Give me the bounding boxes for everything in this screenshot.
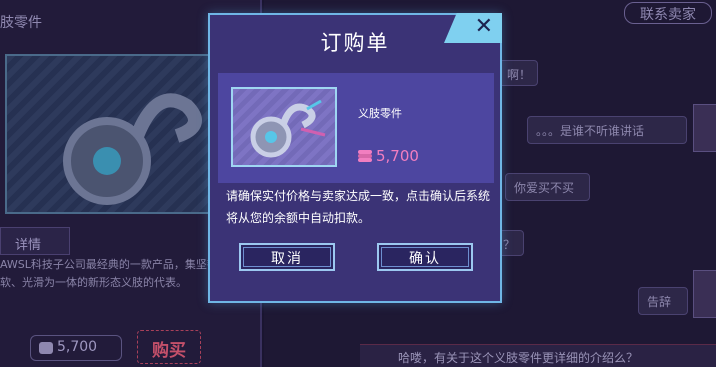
- item-title: 肢零件: [0, 15, 42, 31]
- prosthetic-part-illustration: [63, 93, 202, 205]
- order-item-price: 5,700: [358, 147, 419, 165]
- tab-details[interactable]: 详情: [0, 227, 70, 255]
- order-item-card: 义肢零件 5,700: [218, 73, 494, 183]
- item-description: AWSL科技子公司最经典的一款产品，集坚韧、柔软、光滑为一体的新形态义肢的代表。: [0, 258, 240, 289]
- background-price-tag: 5,700: [30, 335, 122, 361]
- seller-avatar: [693, 104, 716, 152]
- coin-icon: [39, 342, 53, 354]
- item-thumbnail: [231, 87, 337, 167]
- coin-stack-icon: [358, 150, 372, 162]
- order-price-value: 5,700: [376, 147, 419, 165]
- contact-seller-button[interactable]: 联系卖家: [624, 2, 712, 24]
- prosthetic-part-icon: [250, 99, 326, 158]
- chat-bubble: 告辞: [638, 287, 688, 315]
- chat-bubble: 啊！: [498, 60, 538, 86]
- buy-button[interactable]: 购买: [137, 330, 201, 364]
- confirm-button[interactable]: 确认: [377, 243, 473, 271]
- chat-bubble: 你爱买不买: [505, 173, 590, 201]
- chat-bubble: 。。。是谁不听谁讲话: [527, 116, 687, 144]
- background-price-value: 5,700: [57, 339, 98, 355]
- dialogue-option[interactable]: 哈喽，有关于这个义肢零件更详细的介绍么？: [360, 344, 716, 367]
- close-x-icon[interactable]: ✕: [475, 14, 493, 39]
- cancel-button[interactable]: 取消: [239, 243, 335, 271]
- confirmation-message: 请确保实付价格与卖家达成一致，点击确认后系统将从您的余额中自动扣款。: [226, 189, 491, 225]
- seller-avatar: [693, 270, 716, 318]
- order-item-name: 义肢零件: [358, 107, 402, 120]
- close-button[interactable]: ✕: [444, 13, 502, 43]
- order-dialog: 订购单 ✕ 义肢零件 5,700 请确保实付价格与卖家达成一致，点击确认后系统将…: [208, 13, 502, 303]
